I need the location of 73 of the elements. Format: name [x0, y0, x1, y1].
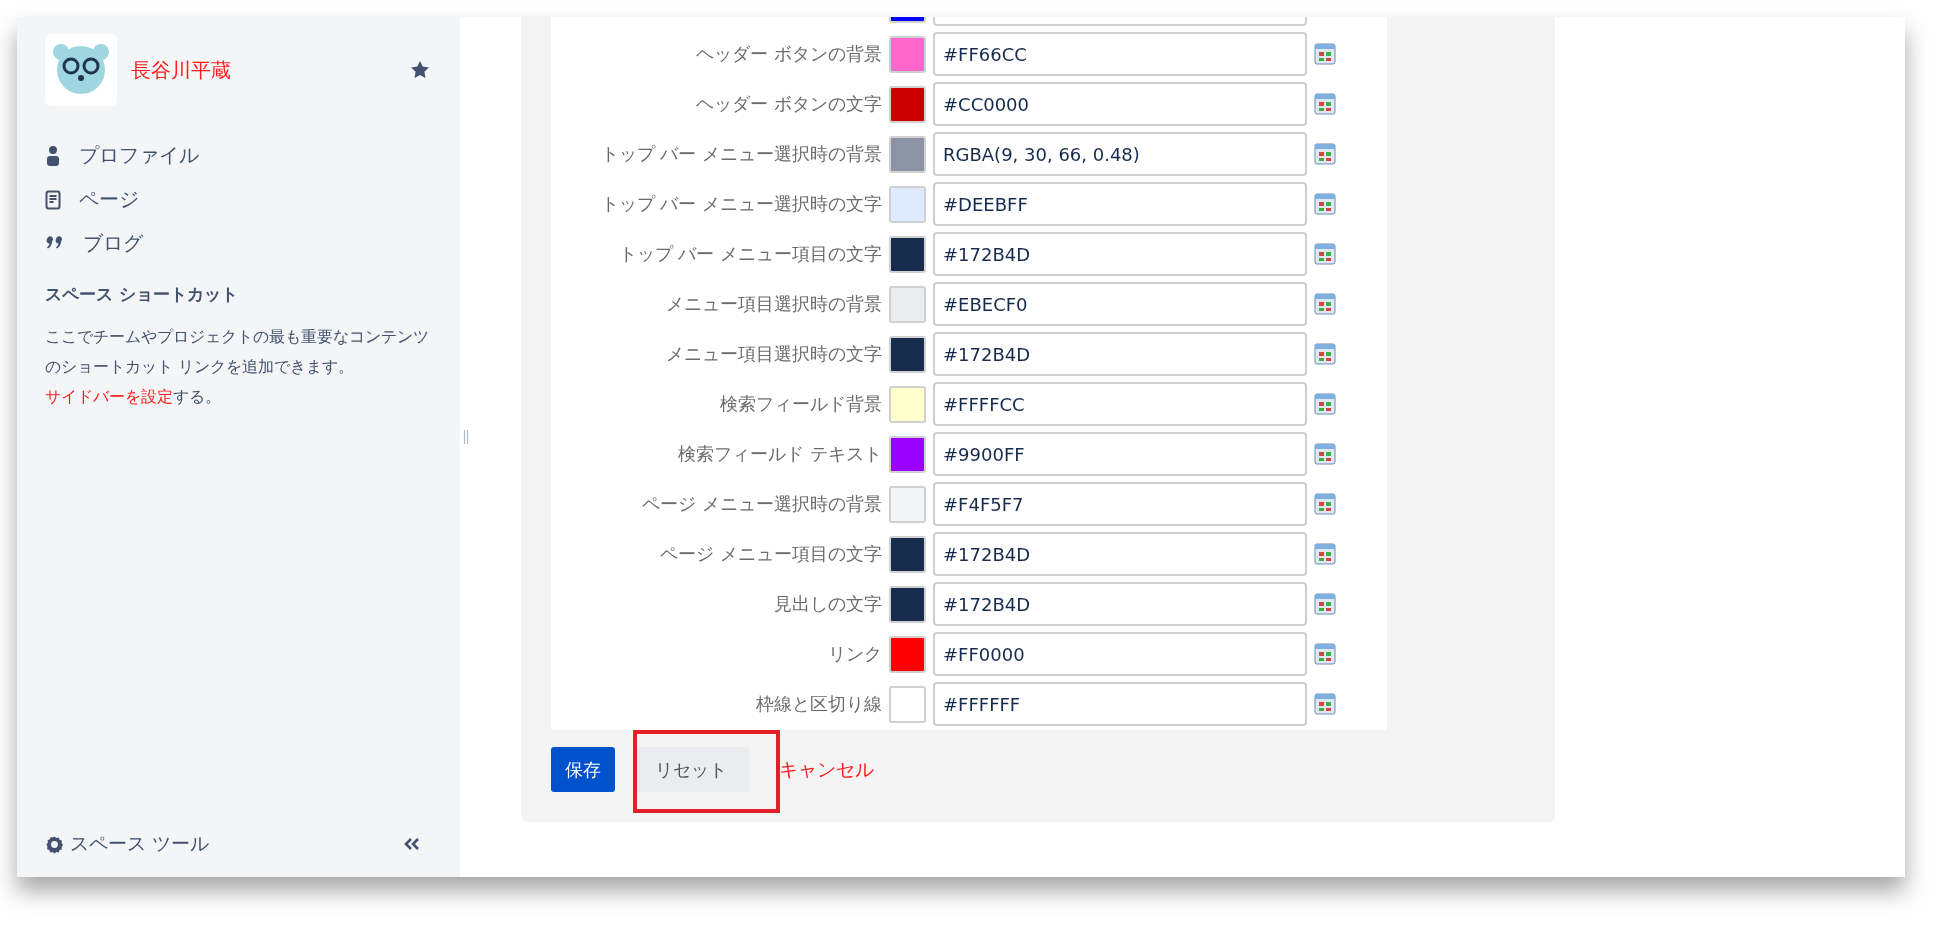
color-label: 検索フィールド テキスト: [678, 442, 882, 466]
color-input[interactable]: #172B4D: [933, 232, 1307, 276]
color-input[interactable]: #9900FF: [933, 432, 1307, 476]
space-tools-button[interactable]: スペース ツール: [45, 831, 210, 857]
color-swatch[interactable]: [889, 635, 926, 673]
color-picker-icon[interactable]: [1314, 493, 1336, 515]
color-label: 検索フィールド背景: [720, 392, 882, 416]
document-icon: [45, 188, 61, 211]
color-label: トップ バー メニュー選択時の文字: [600, 192, 882, 216]
color-label: 枠線と区切り線: [756, 692, 882, 716]
color-input[interactable]: #EBECF0: [933, 282, 1307, 326]
color-input[interactable]: #172B4D: [933, 332, 1307, 376]
color-label: トップ バー メニュー項目の文字: [618, 242, 882, 266]
color-swatch[interactable]: [889, 535, 926, 573]
color-swatch[interactable]: [889, 185, 926, 223]
shortcuts-text: ここでチームやプロジェクトの最も重要なコンテンツのショートカット リンクを追加できます。 サイドバーを設定する。: [45, 326, 430, 408]
person-icon: [45, 144, 61, 167]
sidebar-item[interactable]: プロファイル: [79, 142, 199, 169]
color-picker-icon[interactable]: [1314, 193, 1336, 215]
color-swatch[interactable]: [889, 85, 926, 123]
color-swatch[interactable]: [889, 385, 926, 423]
cancel-link[interactable]: キャンセル: [779, 756, 874, 783]
star-icon[interactable]: [410, 60, 430, 80]
color-swatch[interactable]: [889, 235, 926, 273]
color-input[interactable]: #CC0000: [933, 82, 1307, 126]
color-swatch[interactable]: [889, 135, 926, 173]
color-label: ページ メニュー項目の文字: [660, 542, 882, 566]
color-label: 見出しの文字: [774, 592, 882, 616]
color-input[interactable]: #FFFFCC: [933, 382, 1307, 426]
color-picker-icon[interactable]: [1314, 243, 1336, 265]
color-swatch[interactable]: [889, 335, 926, 373]
color-input[interactable]: #FF0000: [933, 632, 1307, 676]
color-label: メニュー項目選択時の文字: [666, 342, 882, 366]
color-picker-icon[interactable]: [1314, 93, 1336, 115]
resize-grip-icon[interactable]: [463, 430, 469, 444]
color-label: リンク: [828, 642, 882, 666]
shortcuts-heading: スペース ショートカット: [45, 283, 239, 306]
color-input[interactable]: #F4F5F7: [933, 482, 1307, 526]
collapse-icon[interactable]: [404, 837, 420, 851]
color-swatch[interactable]: [889, 35, 926, 73]
color-swatch[interactable]: [889, 585, 926, 623]
configure-sidebar-link[interactable]: サイドバーを設定: [45, 387, 173, 406]
sidebar-item[interactable]: ブログ: [83, 230, 143, 257]
color-input[interactable]: RGBA(9, 30, 66, 0.48): [933, 132, 1307, 176]
color-picker-icon[interactable]: [1314, 443, 1336, 465]
settings-icon: [45, 834, 64, 854]
color-picker-icon[interactable]: [1314, 643, 1336, 665]
color-input[interactable]: #FF66CC: [933, 32, 1307, 76]
color-picker-icon[interactable]: [1314, 593, 1336, 615]
color-swatch[interactable]: [889, 435, 926, 473]
color-label: ページ メニュー選択時の背景: [642, 492, 882, 516]
sidebar-item[interactable]: ページ: [79, 186, 139, 213]
color-label: ヘッダー ボタンの文字: [696, 92, 882, 116]
color-input[interactable]: #FFFFFF: [933, 682, 1307, 726]
color-picker-icon[interactable]: [1314, 343, 1336, 365]
color-swatch[interactable]: [889, 685, 926, 723]
color-picker-icon[interactable]: [1314, 543, 1336, 565]
avatar-picture: [45, 34, 117, 106]
save-button[interactable]: 保存: [551, 747, 615, 792]
space-name[interactable]: 長谷川平蔵: [131, 56, 410, 84]
color-swatch[interactable]: [889, 485, 926, 523]
color-picker-icon[interactable]: [1314, 693, 1336, 715]
color-picker-icon[interactable]: [1314, 393, 1336, 415]
color-picker-icon[interactable]: [1314, 143, 1336, 165]
color-input[interactable]: #DEEBFF: [933, 182, 1307, 226]
color-picker-icon[interactable]: [1314, 43, 1336, 65]
color-input[interactable]: #172B4D: [933, 532, 1307, 576]
color-label: トップ バー メニュー選択時の背景: [600, 142, 882, 166]
color-input[interactable]: #172B4D: [933, 582, 1307, 626]
color-label: ヘッダー ボタンの背景: [696, 42, 882, 66]
color-picker-icon[interactable]: [1314, 293, 1336, 315]
color-label: メニュー項目選択時の背景: [666, 292, 882, 316]
color-swatch[interactable]: [889, 285, 926, 323]
